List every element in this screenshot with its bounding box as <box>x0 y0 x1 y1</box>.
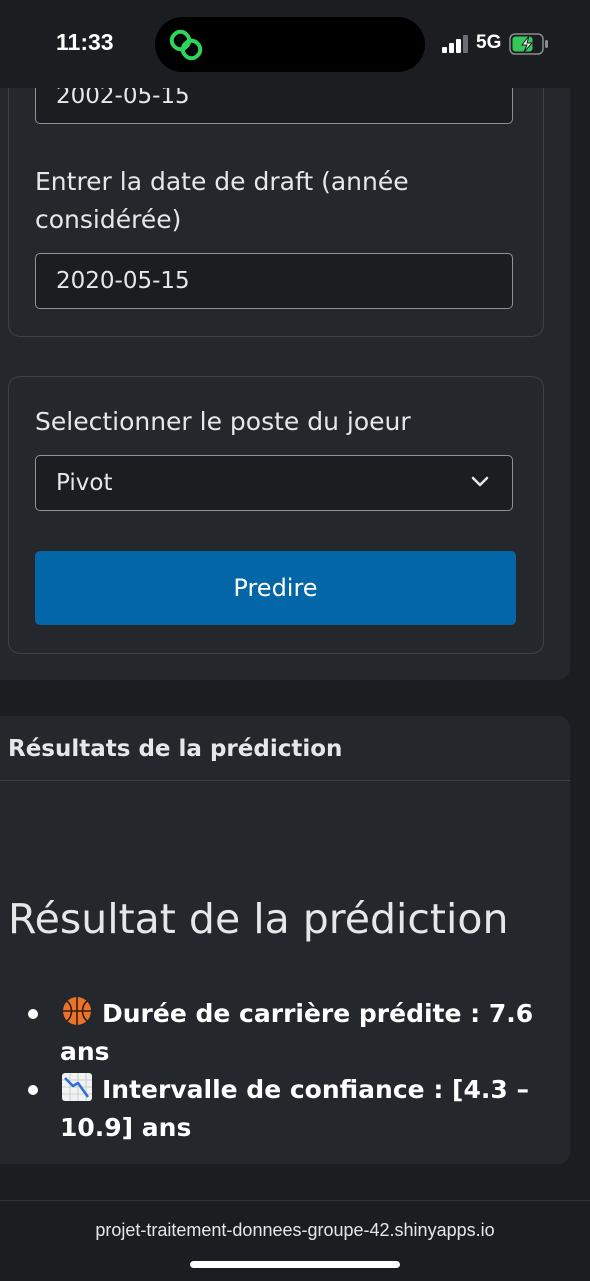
position-label: Selectionner le poste du joeur <box>35 407 411 436</box>
chevron-down-icon <box>471 476 489 487</box>
draft-date-input[interactable]: 2020-05-15 <box>35 253 513 309</box>
position-selected-value: Pivot <box>56 470 113 496</box>
list-item: Intervalle de confiance : [4.3 – 10.9] a… <box>28 1071 548 1147</box>
dynamic-island <box>155 17 425 72</box>
results-title: Résultat de la prédiction <box>8 895 509 943</box>
predict-button[interactable]: Predire <box>35 551 516 625</box>
bullet <box>28 1085 38 1095</box>
browser-address-bar[interactable]: projet-traitement-donnees-groupe-42.shin… <box>0 1200 590 1281</box>
bullet <box>28 1009 38 1019</box>
signal-icon <box>442 35 470 53</box>
draft-date-label: Entrer la date de draft (année considéré… <box>35 167 409 234</box>
network-type: 5G <box>476 32 502 53</box>
battery-charging-icon <box>509 33 548 55</box>
career-duration-text: Durée de carrière prédite : 7.6 ans <box>60 999 534 1066</box>
confidence-interval-text: Intervalle de confiance : [4.3 – 10.9] a… <box>60 1075 529 1142</box>
result-list: Durée de carrière prédite : 7.6 ans Inte… <box>28 995 548 1147</box>
list-item: Durée de carrière prédite : 7.6 ans <box>28 995 548 1071</box>
status-bar: 11:33 5G <box>0 0 590 88</box>
link-icon <box>169 29 203 61</box>
url-text[interactable]: projet-traitement-donnees-groupe-42.shin… <box>0 1220 590 1241</box>
chart-decreasing-icon <box>62 1073 92 1101</box>
divider <box>0 780 570 781</box>
results-card-header: Résultats de la prédiction <box>8 736 343 762</box>
home-indicator[interactable] <box>190 1261 400 1268</box>
basketball-icon <box>63 997 91 1025</box>
draft-date-value: 2020-05-15 <box>56 268 190 294</box>
position-select[interactable]: Pivot <box>35 455 513 511</box>
clock: 11:33 <box>56 29 114 55</box>
